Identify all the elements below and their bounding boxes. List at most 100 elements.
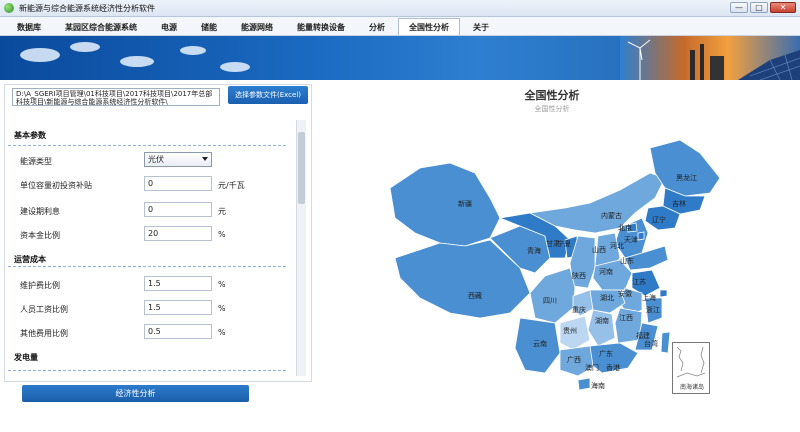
map-title: 全国性分析 (524, 89, 580, 102)
maximize-button[interactable]: □ (750, 2, 768, 13)
cloud-decoration (70, 42, 100, 52)
map-subtitle: 全国性分析 (534, 105, 570, 113)
label-ningxia: 宁夏 (557, 239, 571, 248)
other-cost-label: 其他费用比例 (20, 329, 68, 338)
province-taiwan[interactable] (660, 331, 671, 354)
subsidy-unit: 元/千瓦 (218, 181, 245, 190)
province-shanghai[interactable] (659, 289, 668, 298)
tab-energy-network[interactable]: 能源网络 (230, 18, 284, 35)
south-china-sea-inset: 南海诸岛 (672, 342, 710, 394)
labor-label: 人员工资比例 (20, 305, 68, 314)
tab-analysis[interactable]: 分析 (358, 18, 396, 35)
label-jiangsu: 江苏 (632, 277, 646, 286)
label-guangxi: 广西 (567, 355, 581, 364)
interest-unit: 元 (218, 207, 226, 216)
label-zhejiang: 浙江 (646, 305, 660, 314)
cloud-decoration (220, 62, 250, 72)
label-hainan: 海南 (591, 381, 605, 390)
minimize-button[interactable]: — (730, 2, 748, 13)
labor-unit: % (218, 304, 226, 313)
province-hainan[interactable] (577, 377, 591, 391)
tab-about[interactable]: 关于 (462, 18, 500, 35)
south-china-sea-label: 南海诸岛 (679, 384, 704, 391)
window-title: 新能源与综合能源系统经济性分析软件 (19, 3, 155, 13)
label-shandong: 山东 (620, 256, 634, 265)
menu-bar: 数据库 某园区综合能源系统 电源 储能 能源网络 能量转换设备 分析 全国性分析… (0, 17, 800, 36)
interest-input[interactable]: 0 (144, 202, 212, 217)
tab-power-source[interactable]: 电源 (150, 18, 188, 35)
tab-national-analysis[interactable]: 全国性分析 (398, 18, 460, 35)
param-scrollbar[interactable] (296, 120, 306, 376)
label-jilin: 吉林 (672, 199, 686, 208)
energy-banner-image (620, 36, 800, 80)
app-icon (4, 3, 14, 13)
label-shaanxi: 陕西 (572, 271, 586, 280)
section-divider (8, 145, 286, 146)
parameter-form: 基本参数 能源类型 光伏 单位容量初投资补贴 0 元/千瓦 建设期利息 0 元 … (8, 118, 304, 376)
label-taiwan: 台湾 (644, 339, 658, 348)
label-shanxi: 山西 (592, 245, 606, 254)
scrollbar-thumb[interactable] (298, 132, 305, 204)
tab-conversion-equipment[interactable]: 能量转换设备 (286, 18, 356, 35)
label-hongkong: 香港 (606, 363, 620, 372)
energy-type-label: 能源类型 (20, 157, 52, 166)
select-parameter-file-button[interactable]: 选择参数文件(Excel) (228, 86, 308, 104)
label-hunan: 湖南 (595, 316, 609, 325)
label-qinghai: 青海 (527, 246, 541, 255)
subsidy-label: 单位容量初投资补贴 (20, 181, 92, 190)
section-divider (8, 370, 286, 371)
header-banner (0, 36, 800, 80)
file-path-field[interactable]: D:\A_SGERI项目管理\01科技项目\2017科技项目\2017年总部科技… (12, 88, 220, 106)
label-yunnan: 云南 (533, 339, 547, 348)
window-controls: — □ ✕ (730, 2, 796, 13)
capital-ratio-unit: % (218, 230, 226, 239)
economic-analysis-button[interactable]: 经济性分析 (22, 385, 249, 402)
section-divider (8, 266, 286, 267)
label-tianjin: 天津 (624, 236, 638, 244)
label-hebei: 河北 (610, 242, 624, 250)
tab-storage[interactable]: 储能 (190, 18, 228, 35)
province-xinjiang[interactable] (389, 162, 501, 247)
subsidy-input[interactable]: 0 (144, 176, 212, 191)
maintenance-input[interactable]: 1.5 (144, 276, 212, 291)
inset-map (676, 346, 706, 378)
section-basic-params: 基本参数 (14, 131, 46, 140)
label-guangdong: 广东 (599, 349, 613, 358)
label-jiangxi: 江西 (619, 314, 633, 322)
section-generation: 发电量 (14, 353, 38, 362)
label-shanghai: 上海 (642, 293, 656, 302)
interest-label: 建设期利息 (20, 207, 60, 216)
labor-input[interactable]: 1.5 (144, 300, 212, 315)
capital-ratio-label: 资本金比例 (20, 231, 60, 240)
other-cost-unit: % (218, 328, 226, 337)
title-bar: 新能源与综合能源系统经济性分析软件 — □ ✕ (0, 0, 800, 17)
label-liaoning: 辽宁 (652, 215, 666, 224)
energy-type-select[interactable]: 光伏 (144, 152, 212, 167)
label-fujian: 福建 (636, 331, 650, 340)
label-xinjiang: 新疆 (458, 199, 472, 208)
section-operation-cost: 运营成本 (14, 255, 46, 264)
label-guizhou: 贵州 (563, 326, 577, 335)
label-xizang: 西藏 (468, 291, 482, 300)
province-hunan[interactable] (587, 309, 616, 347)
label-hubei: 湖北 (600, 293, 614, 302)
label-chongqing: 重庆 (572, 305, 586, 314)
label-henan: 河南 (599, 267, 613, 276)
tab-park-system[interactable]: 某园区综合能源系统 (54, 18, 148, 35)
dropdown-arrow-icon (202, 157, 208, 161)
other-cost-input[interactable]: 0.5 (144, 324, 212, 339)
province-sichuan[interactable] (529, 267, 576, 324)
close-button[interactable]: ✕ (770, 2, 796, 13)
label-sichuan: 四川 (543, 297, 557, 305)
province-tianjin[interactable] (637, 231, 645, 241)
maintenance-unit: % (218, 280, 226, 289)
tab-database[interactable]: 数据库 (6, 18, 52, 35)
capital-ratio-input[interactable]: 20 (144, 226, 212, 241)
label-neimenggu: 内蒙古 (601, 211, 622, 220)
label-anhui: 安徽 (618, 289, 632, 298)
label-beijing: 北京 (618, 223, 632, 232)
energy-type-value: 光伏 (148, 155, 164, 164)
cloud-decoration (180, 46, 206, 55)
label-macau: 澳门 (585, 363, 599, 372)
cloud-decoration (120, 56, 154, 67)
